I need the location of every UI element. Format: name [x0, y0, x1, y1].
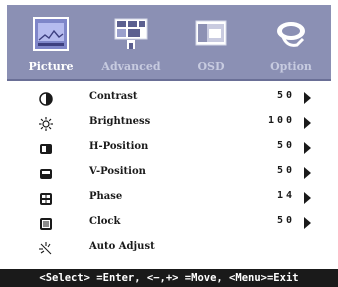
arrow-right-icon[interactable] [304, 217, 311, 229]
menu-item-label: Brightness [89, 116, 151, 127]
clock-icon [39, 216, 53, 230]
help-bar: <Select> =Enter, <−,+> =Move, <Menu>=Exi… [0, 269, 338, 287]
tab-osd[interactable]: OSD [171, 5, 251, 81]
menu-item-contrast[interactable]: Contrast 50 [3, 87, 335, 109]
menu-item-label: Contrast [89, 91, 138, 102]
v-position-icon [39, 166, 53, 180]
arrow-right-icon[interactable] [304, 92, 311, 104]
menu-item-value: 14 [276, 190, 295, 201]
menu-item-brightness[interactable]: Brightness 100 [3, 112, 335, 134]
arrow-right-icon[interactable] [304, 142, 311, 154]
menu-item-label: H-Position [89, 141, 149, 152]
tab-label: Option [270, 60, 312, 73]
menu-item-v-position[interactable]: V-Position 50 [3, 162, 335, 184]
menu-item-label: Auto Adjust [89, 241, 155, 252]
menu-item-value: 50 [276, 215, 295, 226]
tab-option[interactable]: Option [251, 5, 331, 81]
menu-item-label: Clock [89, 216, 121, 227]
menu-item-phase[interactable]: Phase 14 [3, 187, 335, 209]
osd-icon [193, 17, 229, 51]
phase-icon [39, 191, 53, 205]
menu-item-auto-adjust[interactable]: Auto Adjust [3, 237, 335, 259]
arrow-right-icon[interactable] [304, 167, 311, 179]
menu-item-value: 50 [276, 90, 295, 101]
advanced-icon [113, 17, 149, 51]
auto-adjust-icon [39, 241, 53, 255]
tab-label: OSD [197, 60, 225, 73]
picture-icon [33, 17, 69, 51]
tab-bar: Picture Advanced OSD Option [7, 5, 331, 81]
menu-item-label: Phase [89, 191, 123, 202]
option-icon [273, 17, 309, 51]
tab-advanced[interactable]: Advanced [91, 5, 171, 81]
brightness-icon [39, 116, 53, 131]
menu-item-label: V-Position [89, 166, 146, 177]
tab-picture[interactable]: Picture [11, 5, 91, 81]
arrow-right-icon[interactable] [304, 192, 311, 204]
menu-item-clock[interactable]: Clock 50 [3, 212, 335, 234]
menu-item-value: 50 [276, 165, 295, 176]
h-position-icon [39, 141, 53, 155]
osd-menu: Picture Advanced OSD Option Contrast 50 … [3, 3, 335, 285]
tab-label: Picture [28, 60, 74, 73]
contrast-icon [39, 91, 53, 106]
menu-item-value: 100 [267, 115, 295, 126]
menu-item-value: 50 [276, 140, 295, 151]
tab-label: Advanced [101, 60, 161, 73]
menu-item-h-position[interactable]: H-Position 50 [3, 137, 335, 159]
arrow-right-icon[interactable] [304, 117, 311, 129]
